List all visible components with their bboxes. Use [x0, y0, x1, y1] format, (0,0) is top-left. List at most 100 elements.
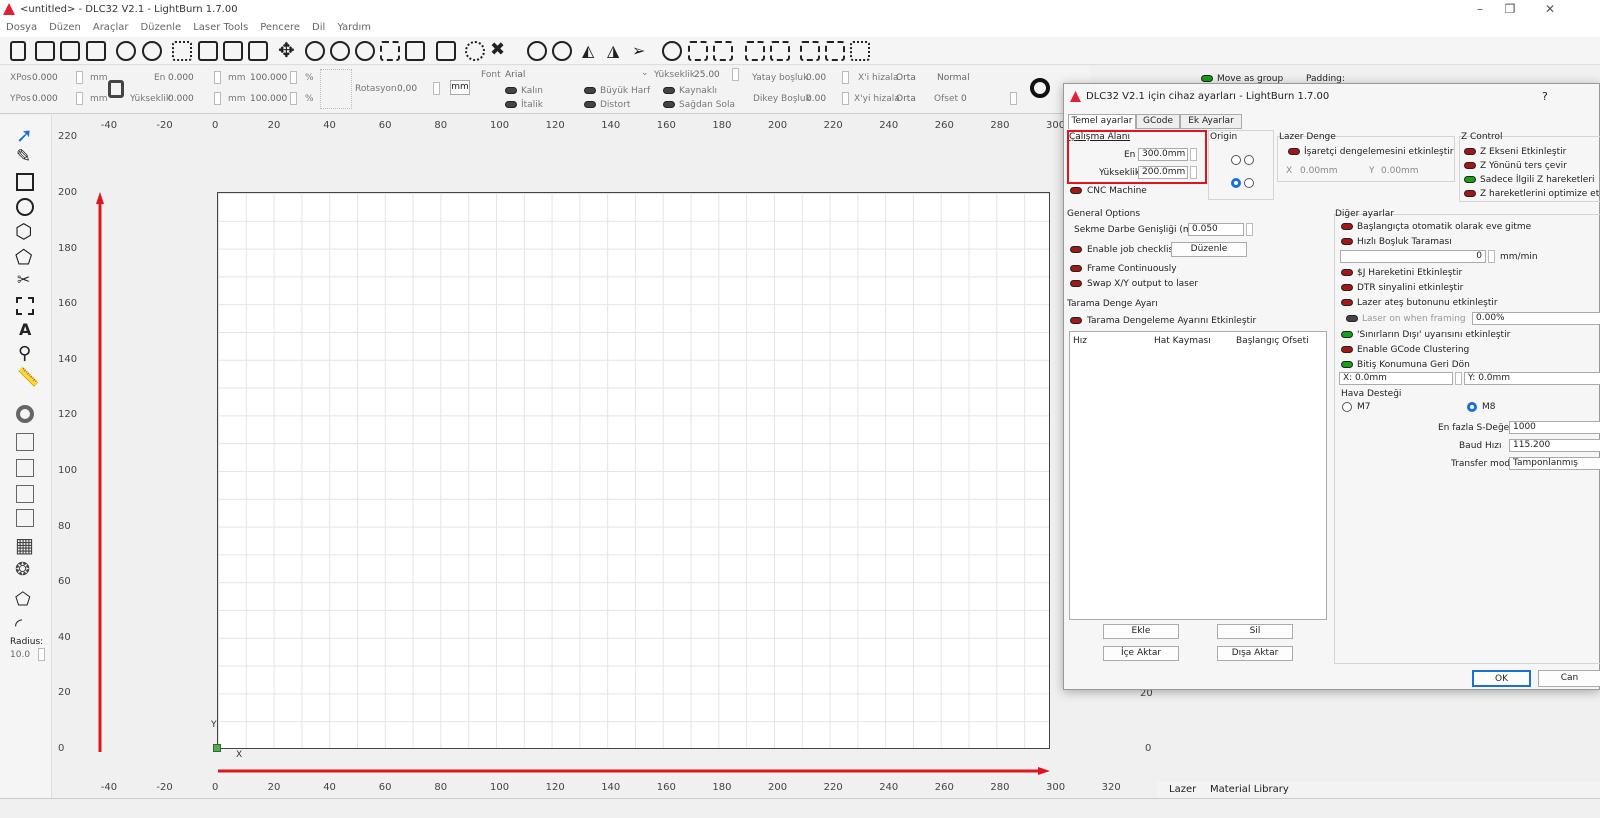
work-height-input[interactable]: 200.0mm — [1138, 166, 1188, 179]
frame-continuously-label: Frame Continuously — [1087, 264, 1177, 274]
col-start-offset[interactable]: Başlangıç Ofseti — [1236, 336, 1309, 346]
rapid-scan-label: Hızlı Boşluk Taraması — [1357, 237, 1452, 247]
scan-offset-label: Tarama Denge Ayarı — [1067, 299, 1158, 309]
fire-button-toggle[interactable] — [1341, 299, 1353, 306]
origin-bottom-left-radio[interactable] — [1231, 178, 1241, 188]
offset-y-input[interactable]: 0.00mm — [1381, 166, 1419, 176]
home-startup-toggle[interactable] — [1341, 223, 1353, 230]
jog-label: $J Hareketini Etkinleştir — [1357, 268, 1463, 278]
smax-input[interactable]: 1000 — [1509, 421, 1600, 434]
x-red-arrow-head — [1038, 767, 1050, 775]
export-button[interactable]: Dışa Aktar — [1217, 646, 1293, 661]
help-button[interactable]: ? — [1542, 90, 1548, 103]
z-invert-label: Z Yönünü ters çevir — [1480, 161, 1567, 171]
add-button[interactable]: Ekle — [1103, 624, 1179, 639]
swap-xy-toggle[interactable] — [1070, 280, 1082, 287]
scan-offset-toggle[interactable] — [1070, 317, 1082, 324]
job-checklist-toggle[interactable] — [1070, 246, 1082, 253]
scan-offset-enable-label: Tarama Dengeleme Ayarını Etkinleştir — [1087, 316, 1257, 326]
home-startup-label: Başlangıçta otomatik olarak eve gitme — [1357, 222, 1532, 232]
y-red-arrow-head — [96, 192, 104, 204]
z-relative-toggle[interactable] — [1464, 176, 1476, 183]
col-speed[interactable]: Hız — [1073, 336, 1087, 346]
tab-gcode[interactable]: GCode — [1136, 114, 1180, 129]
work-height-label: Yükseklik — [1099, 168, 1141, 178]
cancel-button[interactable]: Can — [1538, 670, 1600, 687]
dtr-toggle[interactable] — [1341, 284, 1353, 291]
out-of-bounds-label: 'Sınırların Dışı' uyarısını etkinleştir — [1357, 330, 1511, 340]
return-finish-toggle[interactable] — [1341, 361, 1353, 368]
z-optimize-toggle[interactable] — [1464, 190, 1476, 197]
work-width-input[interactable]: 300.0mm — [1138, 148, 1188, 161]
general-options-label: General Options — [1067, 209, 1141, 219]
work-width-spinner[interactable] — [1190, 148, 1197, 161]
laser-framing-input[interactable]: 0.00% — [1472, 312, 1600, 325]
cnc-label: CNC Machine — [1087, 186, 1147, 196]
jog-toggle[interactable] — [1341, 269, 1353, 276]
origin-top-left-radio[interactable] — [1231, 155, 1241, 165]
laser-framing-toggle[interactable] — [1346, 315, 1358, 322]
dot-width-label: Sekme Darbe Genişliği (mm) — [1074, 225, 1204, 235]
bottom-panel-tabs: Lazer Material Library — [1157, 781, 1600, 798]
origin-bottom-right-radio[interactable] — [1244, 178, 1254, 188]
return-finish-label: Bitiş Konumuna Geri Dön — [1357, 360, 1470, 370]
m8-radio[interactable] — [1467, 402, 1477, 412]
dot-width-spinner[interactable] — [1246, 223, 1253, 236]
other-settings-label: Diğer ayarlar — [1335, 209, 1395, 219]
dtr-label: DTR sinyalini etkinleştir — [1357, 283, 1464, 293]
device-settings-dialog: DLC32 V2.1 için cihaz ayarları - LightBu… — [1063, 83, 1600, 690]
tab-basic[interactable]: Temel ayarlar — [1068, 114, 1136, 129]
rapid-speed-input[interactable]: 0 — [1340, 250, 1486, 263]
laser-offset-enable-label: İşaretçi dengelemesini etkinleştir — [1304, 147, 1454, 157]
scan-offset-table[interactable] — [1069, 331, 1327, 620]
job-checklist-label: Enable job checklist — [1087, 245, 1177, 255]
rapid-speed-unit: mm/min — [1500, 252, 1538, 262]
work-height-spinner[interactable] — [1190, 166, 1197, 179]
tab-extra[interactable]: Ek Ayarlar — [1180, 114, 1242, 129]
frame-continuously-toggle[interactable] — [1070, 265, 1082, 272]
rapid-scan-toggle[interactable] — [1341, 238, 1353, 245]
origin-top-right-radio[interactable] — [1244, 155, 1254, 165]
delete-button[interactable]: Sil — [1217, 624, 1293, 639]
m7-radio[interactable] — [1342, 402, 1352, 412]
offset-x-input[interactable]: 0.00mm — [1300, 166, 1338, 176]
checklist-edit-button[interactable]: Düzenle — [1171, 242, 1247, 257]
status-bar — [0, 798, 1600, 818]
col-line-shift[interactable]: Hat Kayması — [1154, 336, 1211, 346]
m8-label: M8 — [1482, 402, 1496, 412]
transfer-select[interactable]: Tamponlanmış — [1509, 457, 1600, 470]
z-invert-toggle[interactable] — [1464, 162, 1476, 169]
gcode-clustering-toggle[interactable] — [1341, 346, 1353, 353]
baud-input[interactable]: 115.200 — [1509, 439, 1600, 452]
transfer-label: Transfer modu — [1451, 459, 1516, 469]
work-area-label: Çalışma Alanı — [1069, 132, 1131, 142]
laser-offset-label: Lazer Denge — [1279, 132, 1336, 142]
baud-label: Baud Hızı — [1459, 441, 1502, 451]
dialog-title: DLC32 V2.1 için cihaz ayarları - LightBu… — [1086, 91, 1330, 102]
tab-laser[interactable]: Lazer — [1169, 784, 1196, 795]
offset-y-label: Y — [1369, 166, 1375, 176]
out-of-bounds-toggle[interactable] — [1341, 331, 1353, 338]
z-enable-toggle[interactable] — [1464, 148, 1476, 155]
return-x-input[interactable]: X: 0.0mm — [1339, 372, 1453, 385]
return-y-input[interactable]: Y: 0.0mm — [1464, 372, 1600, 385]
m7-label: M7 — [1357, 402, 1371, 412]
work-width-label: En — [1124, 150, 1136, 160]
smax-label: En fazla S-Değeri — [1438, 423, 1516, 433]
ok-button[interactable]: OK — [1472, 670, 1531, 687]
import-button[interactable]: İçe Aktar — [1103, 646, 1179, 661]
air-assist-label: Hava Desteği — [1341, 389, 1402, 399]
z-optimize-label: Z hareketlerini optimize et — [1480, 189, 1600, 199]
z-control-label: Z Control — [1461, 132, 1503, 142]
cnc-toggle[interactable] — [1070, 187, 1082, 194]
swap-xy-label: Swap X/Y output to laser — [1087, 279, 1199, 289]
fire-button-label: Lazer ateş butonunu etkinleştir — [1357, 298, 1498, 308]
dialog-logo-icon — [1070, 91, 1081, 102]
gcode-clustering-label: Enable GCode Clustering — [1357, 345, 1470, 355]
rapid-speed-spinner[interactable] — [1488, 250, 1495, 263]
z-enable-label: Z Ekseni Etkinleştir — [1480, 147, 1567, 157]
tab-material-library[interactable]: Material Library — [1210, 784, 1289, 795]
dot-width-input[interactable]: 0.050 — [1188, 223, 1244, 236]
return-x-spinner[interactable] — [1455, 372, 1462, 385]
laser-offset-toggle[interactable] — [1288, 148, 1300, 155]
